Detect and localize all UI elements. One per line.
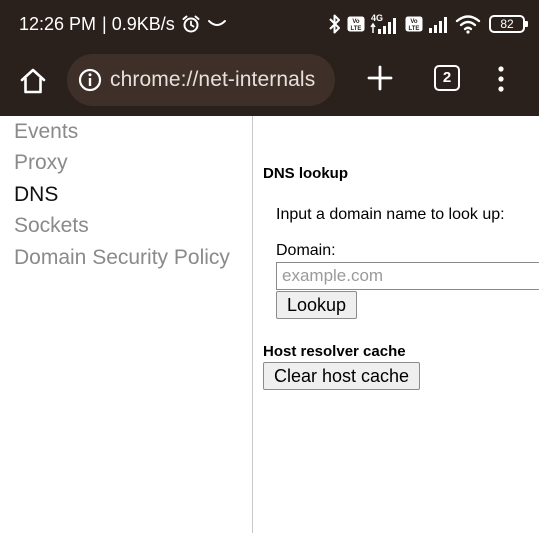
bluetooth-icon [329,14,340,34]
home-icon[interactable] [18,66,48,96]
volte-icon: Vo LTE [347,16,365,32]
svg-text:LTE: LTE [409,26,420,32]
sidebar-item-dns[interactable]: DNS [14,183,58,207]
domain-input[interactable] [276,262,539,290]
status-bar: 12:26 PM | 0.9KB/s Vo LTE 4G Vo LTE 82 [0,0,539,46]
browser-toolbar: chrome://net-internals 2 [0,46,539,116]
sidebar-item-sockets[interactable]: Sockets [14,214,89,238]
domain-label: Domain: [276,242,336,259]
info-icon[interactable] [78,68,102,92]
battery-icon: 82 [489,15,528,33]
dns-lookup-title: DNS lookup [263,165,348,182]
sidebar-item-proxy[interactable]: Proxy [14,151,68,175]
more-vert-icon[interactable] [494,64,508,94]
smile-notification-icon [207,20,226,26]
host-resolver-cache-title: Host resolver cache [263,343,406,360]
plus-icon[interactable] [367,65,393,91]
sidebar: Events Proxy DNS Sockets Domain Security… [0,116,253,533]
volte-icon-2: Vo LTE [405,16,423,32]
dns-panel: DNS lookup Input a domain name to look u… [254,116,539,533]
url-text[interactable]: chrome://net-internals [110,68,315,92]
svg-text:Vo: Vo [410,19,418,25]
svg-text:LTE: LTE [351,26,362,32]
network-4g-label: 4G [371,13,383,23]
address-bar[interactable]: chrome://net-internals [67,54,335,106]
tab-switcher-button[interactable]: 2 [434,65,460,91]
svg-text:Vo: Vo [352,19,360,25]
lookup-button[interactable]: Lookup [276,291,358,319]
status-time: 12:26 PM [19,13,97,34]
status-data-rate: | 0.9KB/s [102,13,175,34]
status-left: 12:26 PM | 0.9KB/s [19,12,227,36]
alarm-icon [182,15,200,33]
signal-icon [429,17,447,33]
status-right: Vo LTE 4G Vo LTE 82 [328,11,528,37]
clear-host-cache-button[interactable]: Clear host cache [263,362,421,390]
signal-4g-icon: 4G [370,13,396,34]
sidebar-item-domain-security-policy[interactable]: Domain Security Policy [14,246,230,270]
wifi-icon [455,15,481,34]
sidebar-item-events[interactable]: Events [14,120,78,144]
dns-lookup-prompt: Input a domain name to look up: [276,206,505,223]
